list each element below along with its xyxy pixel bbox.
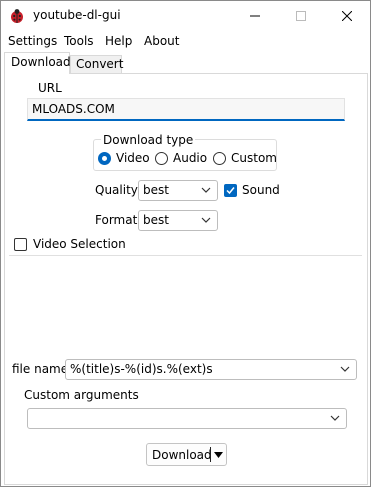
menu-about[interactable]: About: [144, 34, 179, 48]
sound-checkbox[interactable]: [224, 184, 237, 197]
radio-audio[interactable]: [155, 152, 168, 165]
url-label: URL: [38, 81, 62, 95]
menu-tools[interactable]: Tools: [64, 34, 94, 48]
radio-video[interactable]: [98, 152, 111, 165]
video-selection-separator: [9, 255, 362, 256]
sound-label[interactable]: Sound: [242, 183, 280, 197]
format-value: best: [143, 213, 169, 227]
radio-custom-label[interactable]: Custom: [231, 151, 277, 165]
tab-convert[interactable]: Convert: [70, 55, 123, 73]
maximize-button[interactable]: [278, 1, 324, 31]
menu-settings[interactable]: Settings: [8, 34, 57, 48]
chevron-down-icon: [201, 217, 211, 223]
chevron-down-icon: [340, 366, 350, 372]
window-title: youtube-dl-gui: [33, 8, 121, 22]
title-bar[interactable]: youtube-dl-gui: [1, 1, 370, 31]
custom-arguments-label: Custom arguments: [24, 388, 139, 402]
chevron-down-icon: [330, 415, 340, 421]
radio-audio-label[interactable]: Audio: [173, 151, 207, 165]
app-window: youtube-dl-gui Settings Tools Help About…: [0, 0, 371, 487]
split-divider: [210, 447, 211, 462]
file-name-combo[interactable]: %(title)s-%(id)s.%(ext)s: [65, 359, 357, 380]
radio-custom[interactable]: [213, 152, 226, 165]
video-selection-label[interactable]: Video Selection: [33, 237, 126, 251]
minimize-icon: [250, 15, 260, 17]
minimize-button[interactable]: [232, 1, 278, 31]
file-name-label: file name: [12, 362, 69, 376]
dropdown-arrow-icon[interactable]: [214, 452, 223, 458]
download-button[interactable]: Download: [146, 443, 227, 466]
url-input[interactable]: MLOADS.COM: [27, 98, 345, 121]
quality-value: best: [143, 183, 169, 197]
file-name-value[interactable]: %(title)s-%(id)s.%(ext)s: [70, 362, 213, 376]
format-dropdown[interactable]: best: [138, 210, 218, 231]
menu-help[interactable]: Help: [105, 34, 132, 48]
custom-arguments-combo[interactable]: [27, 408, 347, 429]
download-type-title: Download type: [101, 133, 196, 147]
quality-label: Quality: [95, 183, 138, 197]
maximize-icon: [296, 11, 306, 21]
chevron-down-icon: [201, 187, 211, 193]
download-button-label: Download: [152, 448, 212, 462]
tab-download[interactable]: Download: [4, 52, 71, 74]
checkmark-icon: [226, 187, 235, 195]
menu-bar: Settings Tools Help About: [1, 31, 370, 51]
close-icon: [342, 11, 352, 21]
radio-video-label[interactable]: Video: [116, 151, 150, 165]
close-button[interactable]: [324, 1, 370, 31]
ladybug-icon: [11, 9, 23, 23]
format-label: Format: [95, 213, 138, 227]
quality-dropdown[interactable]: best: [138, 180, 218, 201]
video-selection-checkbox[interactable]: [14, 238, 27, 251]
